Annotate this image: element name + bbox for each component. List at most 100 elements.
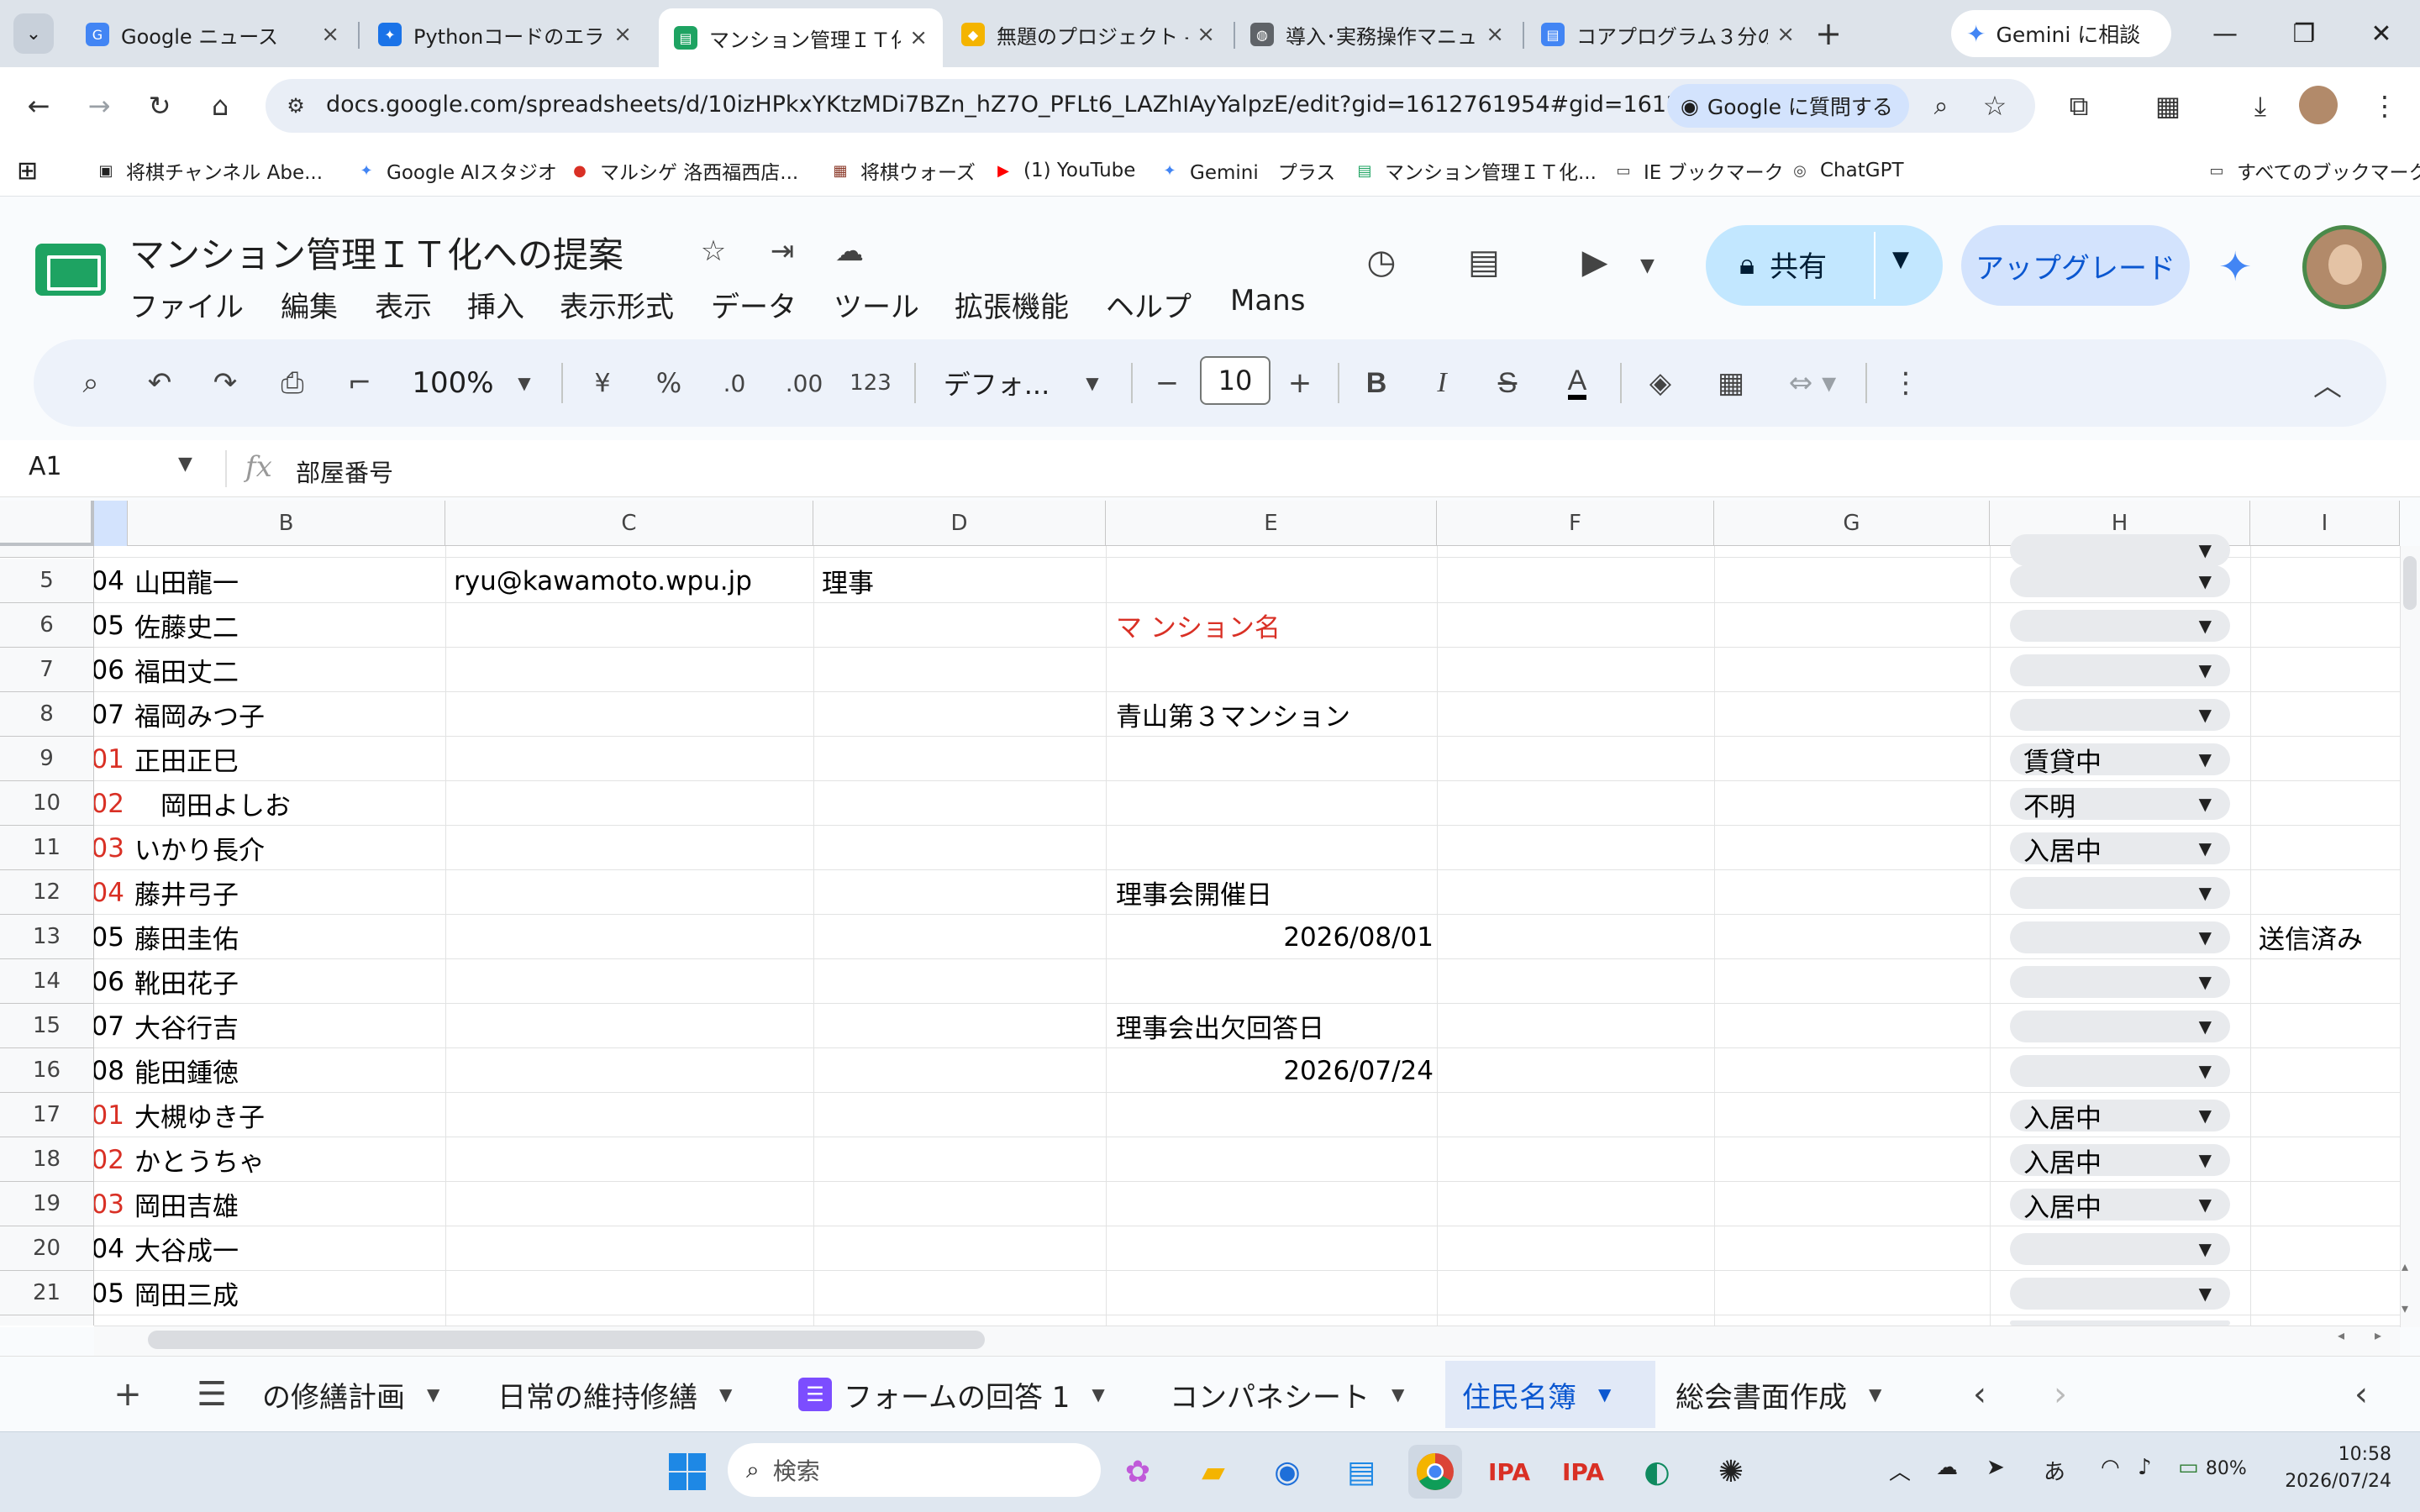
cell-send-status[interactable] [2259, 781, 2398, 826]
select-all-corner[interactable] [0, 501, 94, 546]
ipa-font-icon-2[interactable]: IPA [1556, 1445, 1610, 1499]
cell-room-number[interactable]: 01 [94, 1093, 128, 1137]
notepad-icon[interactable]: ▤ [1334, 1445, 1388, 1499]
cell-email[interactable] [454, 1137, 812, 1182]
sheet-tab[interactable]: 住民名簿 ▼ [1445, 1361, 1655, 1428]
zoom-select[interactable]: 100% [407, 358, 499, 408]
status-dropdown[interactable]: 不明 [2010, 788, 2230, 822]
cell-info[interactable]: 理事会出欠回答日 [1116, 1004, 1712, 1048]
scroll-tabs-left-button[interactable]: ‹ [1954, 1369, 2005, 1420]
browser-tab[interactable]: ▤ マンション管理ＩＴ化 × [659, 8, 943, 67]
scroll-right-arrow[interactable]: ▸ [2375, 1327, 2381, 1343]
caret-down-icon[interactable]: ▼ [719, 1384, 732, 1404]
cell-room-number[interactable]: 02 [94, 1137, 128, 1182]
row-header[interactable]: 18 [0, 1137, 94, 1182]
bookmark-item[interactable]: ▣ 将棋チャンネル Abe... [94, 153, 323, 188]
cell-role[interactable]: 理事 [822, 559, 1104, 603]
cell-resident-name[interactable]: かとうちゃ [134, 1137, 444, 1182]
bookmark-item[interactable]: ◎ ChatGPT [1788, 153, 1903, 188]
caret-down-icon[interactable]: ▼ [1392, 1384, 1404, 1404]
status-dropdown[interactable] [2010, 1011, 2230, 1042]
minimize-button[interactable]: — [2202, 12, 2249, 55]
bookmark-item[interactable]: ✦ Google AIスタジオ [355, 153, 556, 188]
decrease-font-size-button[interactable]: − [1146, 358, 1188, 408]
cell-info[interactable]: 2026/08/01 [1114, 915, 1434, 959]
cell-info[interactable] [1116, 737, 1712, 781]
meet-dropdown-icon[interactable]: ▼ [1640, 255, 1655, 276]
cell-send-status[interactable] [2259, 603, 2398, 648]
status-dropdown[interactable] [2010, 654, 2230, 686]
sheet-tab[interactable]: ☰ フォームの回答 1 ▼ [781, 1361, 1128, 1428]
bold-button[interactable]: B [1353, 358, 1400, 408]
cell-send-status[interactable] [2259, 648, 2398, 692]
cell-room-number[interactable]: 06 [94, 648, 128, 692]
row-header[interactable]: 9 [0, 737, 94, 781]
cell-resident-name[interactable]: 岡田三成 [134, 1271, 444, 1315]
fill-color-button[interactable]: ◈ [1637, 358, 1684, 408]
meet-icon[interactable]: ▶ [1570, 237, 1620, 287]
cell-room-number[interactable]: 03 [94, 1182, 128, 1226]
tab-close-icon[interactable]: × [1197, 22, 1215, 47]
document-title[interactable]: マンション管理ＩＴ化への提案 [129, 227, 623, 278]
text-color-button[interactable]: A [1549, 358, 1605, 408]
cell-info[interactable] [1116, 1137, 1712, 1182]
cell-send-status[interactable] [2259, 870, 2398, 915]
windows-start-icon[interactable] [660, 1445, 714, 1499]
cell-send-status[interactable] [2259, 1137, 2398, 1182]
cell-send-status[interactable] [2259, 959, 2398, 1004]
cell-role[interactable] [822, 1271, 1104, 1315]
cell-info[interactable] [1116, 1182, 1712, 1226]
cell-email[interactable] [454, 826, 812, 870]
row-header[interactable]: 10 [0, 781, 94, 826]
tab-close-icon[interactable]: × [1486, 22, 1504, 47]
cell-info[interactable] [1116, 559, 1712, 603]
zoom-lens-button[interactable]: ⌕ [1919, 84, 1963, 128]
extensions-button[interactable]: ⧉ [2057, 84, 2101, 128]
cell-room-number[interactable]: 04 [94, 870, 128, 915]
file-explorer-icon[interactable]: ▰ [1186, 1445, 1240, 1499]
cell-info[interactable] [1116, 1093, 1712, 1137]
scroll-up-arrow[interactable]: ▴ [2402, 1258, 2408, 1274]
cell-email[interactable] [454, 870, 812, 915]
cell-email[interactable] [454, 915, 812, 959]
menu-item[interactable]: 編集 [281, 284, 338, 325]
strikethrough-button[interactable]: S [1484, 358, 1531, 408]
cell-room-number[interactable]: 07 [94, 1004, 128, 1048]
cell-resident-name[interactable]: いかり長介 [134, 826, 444, 870]
cell-role[interactable] [822, 603, 1104, 648]
cell-email[interactable] [454, 1093, 812, 1137]
font-size-input[interactable]: 10 [1200, 356, 1270, 405]
menu-item[interactable]: 表示形式 [560, 284, 674, 325]
column-header-i[interactable]: I [2250, 501, 2400, 546]
tab-close-icon[interactable]: × [909, 25, 928, 50]
status-dropdown[interactable]: 入居中 [2010, 1100, 2230, 1134]
account-avatar[interactable] [2302, 225, 2386, 309]
menu-item[interactable]: ヘルプ [1106, 284, 1192, 325]
taskbar-search[interactable]: ⌕ 検索 [728, 1443, 1101, 1497]
row-header[interactable]: 21 [0, 1271, 94, 1315]
status-dropdown[interactable] [2010, 877, 2230, 909]
cell-room-number[interactable]: 06 [94, 959, 128, 1004]
cell-send-status[interactable] [2259, 1226, 2398, 1271]
vertical-scrollbar[interactable] [2400, 546, 2420, 1327]
cell-role[interactable] [822, 781, 1104, 826]
cell-email[interactable]: ryu@kawamoto.wpu.jp [454, 559, 812, 603]
cell-email[interactable] [454, 737, 812, 781]
cell-role[interactable] [822, 648, 1104, 692]
cell-email[interactable] [454, 1004, 812, 1048]
copilot-icon[interactable]: ✿ [1111, 1445, 1165, 1499]
row-header[interactable]: 13 [0, 915, 94, 959]
browser-tab[interactable]: ▤ コアプログラム３分の × [1526, 8, 1810, 60]
formula-input[interactable]: 部屋番号 [296, 454, 393, 489]
status-dropdown[interactable] [2010, 1233, 2230, 1265]
cell-info[interactable] [1116, 781, 1712, 826]
tab-search-button[interactable]: ⌄ [13, 13, 54, 54]
row-header[interactable]: 11 [0, 826, 94, 870]
qr-button[interactable]: ▦ [2146, 84, 2190, 128]
name-box[interactable]: A1 [29, 452, 62, 481]
all-sheets-button[interactable]: ☰ [187, 1369, 237, 1420]
cell-role[interactable] [822, 1048, 1104, 1093]
scroll-tabs-right-button[interactable]: › [2035, 1369, 2086, 1420]
star-doc-icon[interactable]: ☆ [694, 232, 733, 270]
cell-email[interactable] [454, 781, 812, 826]
